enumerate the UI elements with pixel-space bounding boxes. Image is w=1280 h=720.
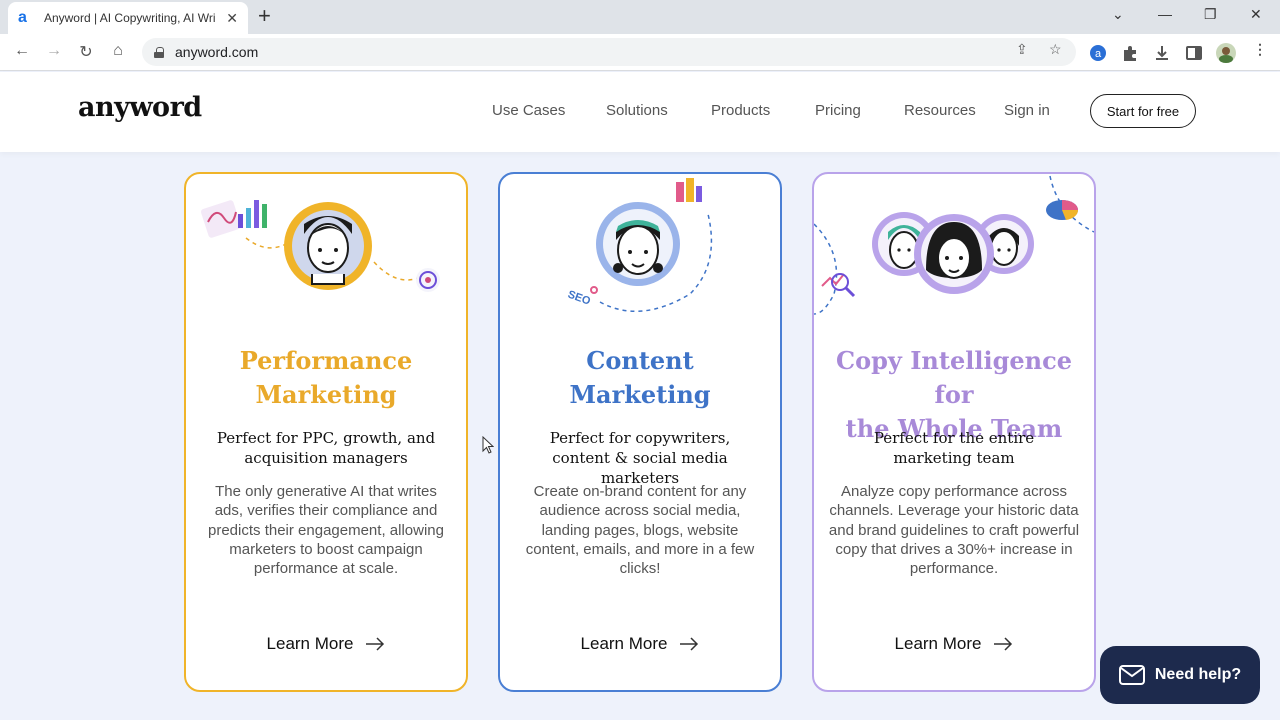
learn-more-link[interactable]: Learn More [500, 634, 780, 654]
learn-more-label: Learn More [266, 634, 354, 653]
anyword-logo[interactable]: anyword [78, 92, 202, 123]
new-tab-icon[interactable]: + [258, 5, 271, 27]
puzzle-icon[interactable] [1121, 44, 1139, 62]
nav-pricing[interactable]: Pricing [815, 102, 861, 119]
content-marketing-card: SEO Content Marketing Perfect for copywr… [498, 172, 782, 692]
minimize-icon[interactable]: — [1158, 6, 1172, 22]
close-window-icon[interactable]: ✕ [1250, 6, 1262, 23]
svg-text:a: a [1095, 48, 1102, 60]
card-subtitle: Perfect for copywriters, content & socia… [549, 429, 731, 487]
card-description: Create on-brand content for any audience… [525, 483, 755, 578]
download-icon[interactable] [1153, 44, 1171, 62]
close-tab-icon[interactable]: ✕ [226, 10, 238, 27]
url-text[interactable]: anyword.com [175, 44, 258, 60]
learn-more-link[interactable]: Learn More [814, 634, 1094, 654]
tab-title: Anyword | AI Copywriting, AI Wri [43, 11, 216, 25]
forward-icon[interactable]: → [44, 42, 64, 60]
home-icon[interactable]: ⌂ [108, 42, 128, 60]
card-description: Analyze copy performance across channels… [828, 483, 1080, 578]
back-icon[interactable]: ← [12, 42, 32, 60]
omnibox[interactable]: anyword.com [142, 38, 1076, 66]
site-header: anyword Use Cases Solutions Products Pri… [0, 72, 1280, 152]
profile-icon[interactable] [1216, 43, 1236, 63]
menu-icon[interactable]: ⋮ [1253, 41, 1267, 58]
sidepanel-icon[interactable] [1185, 44, 1203, 62]
envelope-icon [1118, 665, 1145, 685]
learn-more-label: Learn More [580, 634, 668, 653]
performance-marketing-card: Performance Marketing Perfect for PPC, g… [184, 172, 468, 692]
card-title-line1: Copy Intelligence for [836, 346, 1072, 409]
team-illustration [814, 175, 1094, 315]
arrow-right-icon [366, 637, 385, 651]
card-title-line1: Performance [239, 346, 413, 375]
restore-icon[interactable]: ❐ [1204, 6, 1217, 23]
card-subtitle: Perfect for the entire marketing team [873, 429, 1035, 467]
learn-more-label: Learn More [894, 634, 982, 653]
reload-icon[interactable]: ↻ [76, 42, 96, 62]
star-icon[interactable]: ☆ [1049, 41, 1062, 58]
card-description: The only generative AI that writes ads, … [208, 483, 444, 578]
arrow-right-icon [994, 637, 1013, 651]
seo-label: SEO [566, 289, 592, 308]
need-help-button[interactable]: Need help? [1100, 646, 1260, 704]
nav-sign-in[interactable]: Sign in [1004, 102, 1050, 119]
share-icon[interactable]: ⇪ [1016, 41, 1028, 58]
card-title: Performance Marketing [186, 344, 466, 412]
card-title-line2: Marketing [569, 380, 711, 409]
card-subtitle: Perfect for PPC, growth, and acquisition… [216, 429, 436, 467]
nav-use-cases[interactable]: Use Cases [492, 102, 565, 119]
card-title: Content Marketing [500, 344, 780, 412]
tab-search-icon[interactable]: ⌄ [1112, 6, 1124, 23]
performance-illustration [200, 200, 440, 292]
copy-intelligence-card: Copy Intelligence for the Whole Team Per… [812, 172, 1096, 692]
nav-resources[interactable]: Resources [904, 102, 976, 119]
content-illustration: SEO [566, 178, 713, 313]
nav-solutions[interactable]: Solutions [606, 102, 668, 119]
nav-products[interactable]: Products [711, 102, 770, 119]
browser-tab[interactable]: a Anyword | AI Copywriting, AI Wri ✕ [8, 2, 248, 34]
start-for-free-button[interactable]: Start for free [1090, 94, 1196, 128]
card-title-line1: Content [586, 346, 694, 375]
mouse-cursor-icon [482, 436, 494, 454]
extension-icon[interactable]: a [1089, 44, 1107, 62]
lock-icon [154, 46, 164, 58]
learn-more-link[interactable]: Learn More [186, 634, 466, 654]
need-help-label: Need help? [1154, 666, 1242, 683]
anyword-favicon-icon: a [18, 9, 27, 26]
browser-tabbar: a Anyword | AI Copywriting, AI Wri ✕ + ⌄… [0, 0, 1280, 34]
arrow-right-icon [680, 637, 699, 651]
address-bar: ← → ↻ ⌂ anyword.com ⇪ ☆ a ⋮ [0, 34, 1280, 71]
card-title-line2: Marketing [255, 380, 397, 409]
